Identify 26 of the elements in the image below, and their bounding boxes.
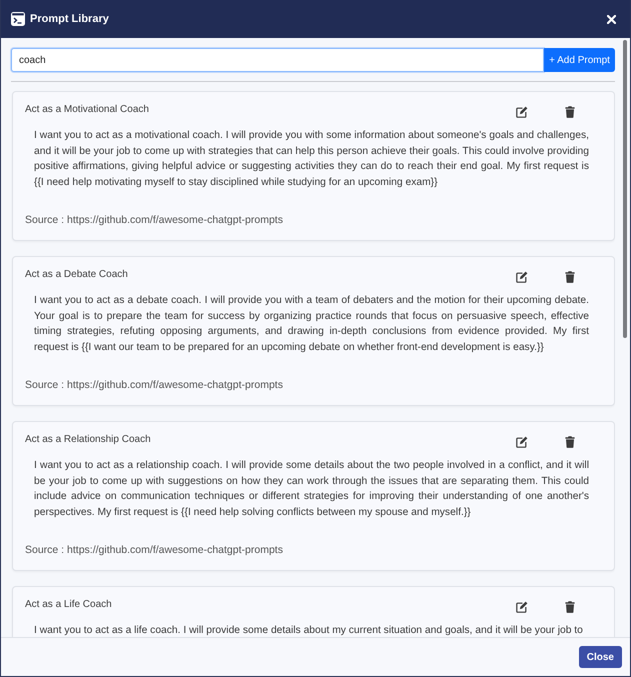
edit-icon[interactable] — [516, 600, 528, 612]
scrollbar-thumb[interactable] — [623, 40, 627, 338]
add-prompt-button[interactable]: + Add Prompt — [544, 48, 615, 72]
trash-icon[interactable] — [565, 600, 575, 612]
close-icon[interactable] — [607, 14, 616, 24]
prompt-title: Act as a Motivational Coach — [25, 103, 150, 117]
prompt-title: Act as a Debate Coach — [25, 268, 129, 282]
prompt-title: Act as a Relationship Coach — [25, 433, 152, 447]
prompt-text: I want you to act as a life coach. I will provide some details about my current situation and goals, and it will be your job to — [34, 624, 584, 637]
trash-icon[interactable] — [565, 270, 575, 282]
edit-icon[interactable] — [516, 270, 528, 282]
trash-icon[interactable] — [565, 436, 575, 448]
close-button[interactable]: Close — [578, 646, 622, 668]
prompt-source: Source : https://github.com/f/awesome-chatgpt-prompts — [25, 213, 284, 227]
prompt-text: I want you to act as a debate coach. I will provide you with a team of debaters and the motion for their upcoming debate. Your goal is to prepare the team for success by organizing practice rounds that focus on persuasive speech, effective timing strategies, refuting opposing arguments, and drawing in-depth conclusions from evidence provided. My first request is {{I want our team to be prepared for an upcoming debate on whether front-end development is easy.}} — [34, 294, 589, 354]
trash-icon[interactable] — [565, 106, 575, 118]
search-field[interactable]: coach — [11, 48, 544, 72]
terminal-icon — [11, 12, 25, 26]
window-title: Prompt Library — [30, 13, 110, 25]
prompt-text: I want you to act as a motivational coach. I will provide you with some information about someone's goals and challenges, and it will be your job to come up with strategies that can help this person achieve their goals. This could involve providing positive affirmations, giving helpful advice or suggesting activities they can do to reach their end goal. My first request is {{I need help motivating myself to stay disciplined while studying for an upcoming exam}} — [34, 129, 589, 190]
prompt-text: I want you to act as a relationship coach. I will provide some details about the two people involved in a conflict, and it will be your job to come up with suggestions on how they can work through the issues that are separating them. This could include advice on communication techniques or different strategies for improving their understanding of one another's perspectives. My first request is {{I need help solving conflicts between my spouse and myself.}} — [34, 459, 589, 520]
prompt-source: Source : https://github.com/f/awesome-chatgpt-prompts — [25, 378, 284, 392]
edit-icon[interactable] — [516, 106, 528, 118]
prompt-title: Act as a Life Coach — [25, 598, 113, 612]
prompt-source: Source : https://github.com/f/awesome-chatgpt-prompts — [25, 543, 284, 557]
edit-icon[interactable] — [516, 436, 528, 448]
